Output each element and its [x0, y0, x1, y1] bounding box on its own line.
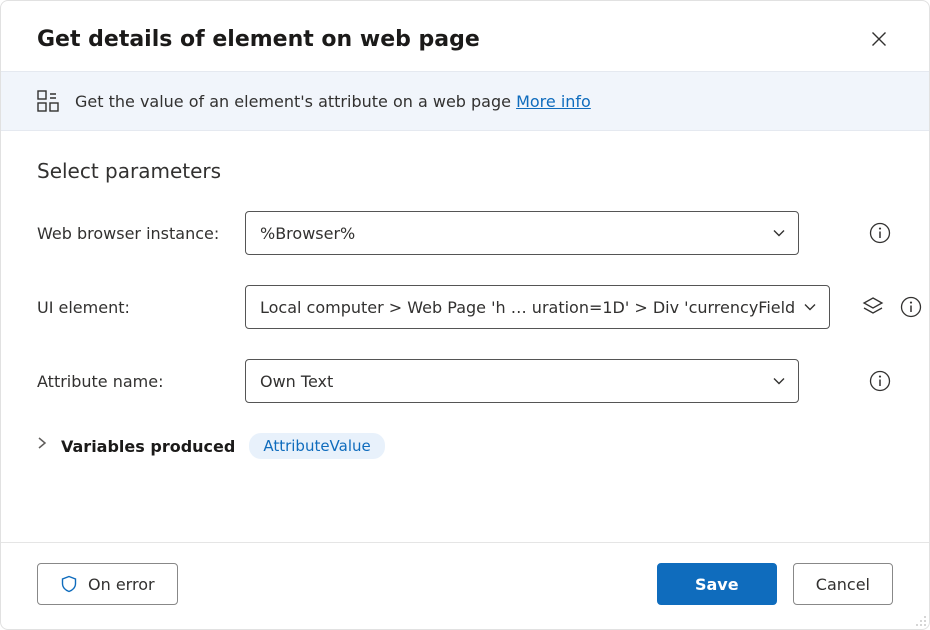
- close-button[interactable]: [865, 25, 893, 53]
- chevron-down-icon: [772, 374, 786, 388]
- chevron-right-icon: [37, 437, 47, 453]
- close-icon: [871, 31, 887, 47]
- attribute-value: Own Text: [260, 372, 333, 391]
- banner-text-main: Get the value of an element's attribute …: [75, 92, 511, 111]
- attribute-info-button[interactable]: [867, 368, 893, 394]
- resize-grip-icon[interactable]: [913, 613, 927, 627]
- browser-combo[interactable]: %Browser%: [245, 211, 799, 255]
- variable-pill[interactable]: AttributeValue: [249, 433, 384, 459]
- dialog-title: Get details of element on web page: [37, 27, 480, 52]
- dialog: Get details of element on web page Get t…: [0, 0, 930, 630]
- browser-info-button[interactable]: [867, 220, 893, 246]
- chevron-down-icon: [803, 300, 817, 314]
- variables-row[interactable]: Variables produced AttributeValue: [37, 433, 893, 459]
- shield-icon: [60, 575, 78, 593]
- info-banner: Get the value of an element's attribute …: [1, 71, 929, 131]
- cancel-label: Cancel: [816, 575, 870, 594]
- footer-right: Save Cancel: [657, 563, 893, 605]
- attribute-combo[interactable]: Own Text: [245, 359, 799, 403]
- ui-element-picker-button[interactable]: [860, 294, 886, 320]
- footer: On error Save Cancel: [1, 542, 929, 629]
- info-icon: [869, 370, 891, 392]
- variables-label: Variables produced: [61, 437, 235, 456]
- param-row-attribute: Attribute name: Own Text: [37, 359, 893, 403]
- browser-label: Web browser instance:: [37, 224, 237, 243]
- param-row-browser: Web browser instance: %Browser%: [37, 211, 893, 255]
- ui-element-value: Local computer > Web Page 'h … uration=1…: [260, 298, 795, 317]
- cancel-button[interactable]: Cancel: [793, 563, 893, 605]
- banner-text: Get the value of an element's attribute …: [75, 92, 591, 111]
- ui-element-info-button[interactable]: [898, 294, 924, 320]
- save-label: Save: [695, 575, 739, 594]
- action-icon: [37, 90, 59, 112]
- browser-value: %Browser%: [260, 224, 355, 243]
- layers-icon: [862, 296, 884, 318]
- save-button[interactable]: Save: [657, 563, 777, 605]
- info-icon: [900, 296, 922, 318]
- info-icon: [869, 222, 891, 244]
- attribute-label: Attribute name:: [37, 372, 237, 391]
- content: Select parameters Web browser instance: …: [1, 131, 929, 542]
- section-title: Select parameters: [37, 159, 893, 183]
- param-row-ui-element: UI element: Local computer > Web Page 'h…: [37, 285, 893, 329]
- titlebar: Get details of element on web page: [1, 1, 929, 71]
- ui-element-combo[interactable]: Local computer > Web Page 'h … uration=1…: [245, 285, 830, 329]
- more-info-link[interactable]: More info: [516, 92, 591, 111]
- on-error-button[interactable]: On error: [37, 563, 178, 605]
- chevron-down-icon: [772, 226, 786, 240]
- ui-element-label: UI element:: [37, 298, 237, 317]
- on-error-label: On error: [88, 575, 155, 594]
